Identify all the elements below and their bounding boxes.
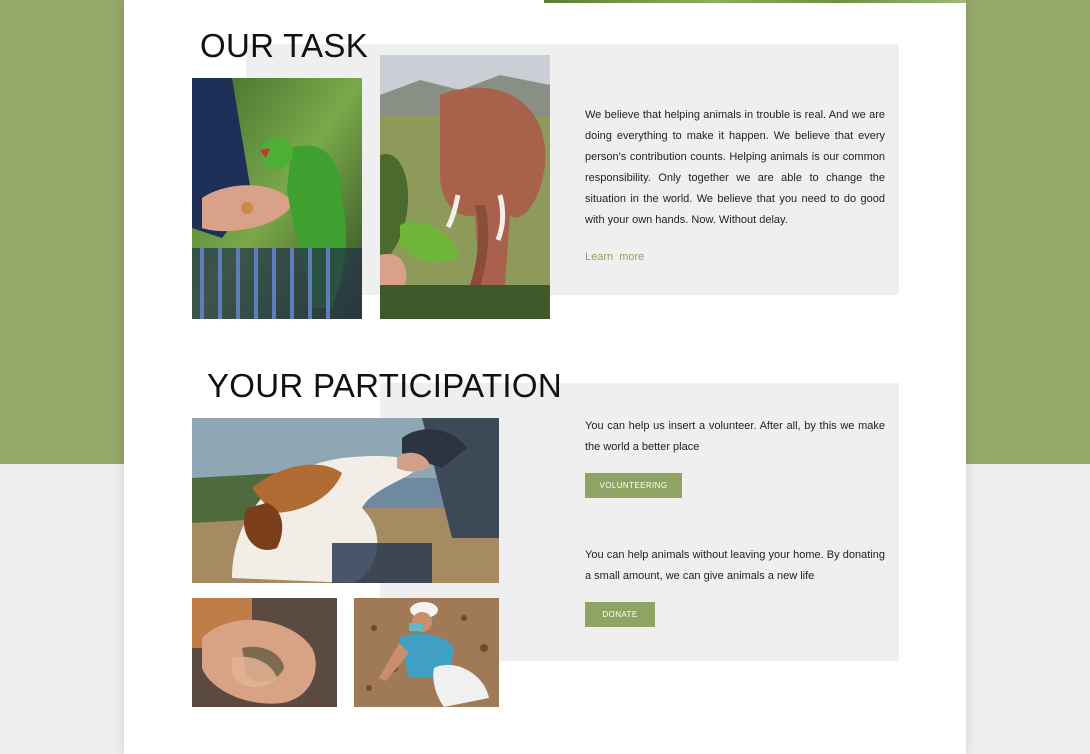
- learn-more-link[interactable]: Learn more: [585, 251, 644, 263]
- hands-animal-photo: [192, 598, 337, 707]
- volunteer-photo: [354, 598, 499, 707]
- dog-photo: [192, 418, 499, 583]
- content-card: OUR TASK We believe that helping animals…: [124, 0, 966, 754]
- parrot-photo: [192, 78, 362, 319]
- donate-description: You can help animals without leaving you…: [585, 549, 885, 582]
- task-heading: OUR TASK: [200, 27, 369, 64]
- volunteer-description: You can help us insert a volunteer. Afte…: [585, 420, 885, 453]
- volunteering-button[interactable]: VOLUNTEERING: [585, 473, 682, 498]
- donate-button[interactable]: DONATE: [585, 602, 655, 627]
- elephant-photo: [380, 55, 550, 319]
- participation-heading: YOUR PARTICIPATION: [207, 367, 562, 404]
- task-description: We believe that helping animals in troub…: [585, 109, 885, 226]
- header-image-strip: [544, 0, 966, 3]
